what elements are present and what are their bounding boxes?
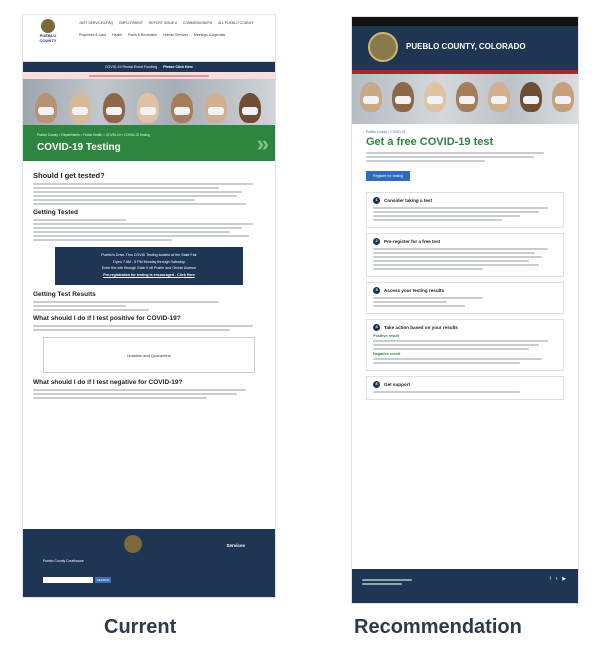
nav-item[interactable]: Properties & Land — [79, 33, 106, 37]
negative-result-label: Negative result — [373, 352, 401, 356]
recommendation-page-screenshot: PUEBLO COUNTY, COLORADO Pueblo County > … — [351, 16, 579, 604]
twitter-icon[interactable]: t — [556, 577, 557, 582]
step-title: Consider taking a test — [384, 198, 432, 203]
step-number: 2 — [373, 238, 380, 245]
step-card: 3 Access your testing results — [366, 282, 564, 314]
hero-image — [352, 74, 578, 124]
top-link[interactable]: COMMISSIONERS — [183, 21, 212, 25]
hero-image: Pueblo County > Departments > Public Hea… — [23, 79, 275, 161]
step-number: 3 — [373, 287, 380, 294]
recommendation-caption: Recommendation — [354, 616, 522, 638]
box-directions: Enter the site through Gate 5 off Prairi… — [101, 266, 197, 270]
site-footer: f t ▶ — [352, 569, 578, 603]
current-page-screenshot: PUEBLO COUNTY JUST SERVICES/FAQ EMPLOYME… — [22, 14, 276, 598]
top-link[interactable]: JUST SERVICES/FAQ — [79, 21, 113, 25]
nav-item[interactable]: Meetings & Agendas — [194, 33, 225, 37]
main-nav: Properties & Land Health Parks & Recreat… — [79, 33, 225, 37]
youtube-icon[interactable]: ▶ — [562, 577, 566, 582]
footer-services-heading: Services — [226, 543, 245, 548]
section-heading: Getting Tested — [33, 209, 79, 216]
announcement-link[interactable]: Please Click Here — [163, 65, 193, 69]
alert-text — [89, 74, 209, 77]
footer-search-input[interactable] — [43, 577, 93, 583]
current-caption: Current — [104, 616, 177, 638]
step-card: 5 Get support — [366, 376, 564, 400]
step-title: Access your testing results — [384, 288, 444, 293]
section-heading: What should I do if I test positive for … — [33, 315, 181, 322]
site-header: PUEBLO COUNTY JUST SERVICES/FAQ EMPLOYME… — [23, 15, 275, 62]
video-embed[interactable]: Isolation and Quarantine — [43, 337, 255, 373]
footer-search-button[interactable]: SEARCH — [95, 577, 111, 583]
box-hours: Open 7 AM - 5 PM Monday through Saturday — [113, 260, 185, 264]
facebook-icon[interactable]: f — [550, 577, 551, 582]
step-card: 2 Pre-register for a free test — [366, 233, 564, 277]
nav-item[interactable]: Health — [112, 33, 122, 37]
main-content: Pueblo County > COVID-19 Get a free COVI… — [352, 124, 578, 411]
footer-address: Pueblo County Courthouse — [43, 559, 84, 563]
section-heading: Getting Test Results — [33, 291, 96, 298]
page-title: Get a free COVID-19 test — [366, 136, 494, 148]
testing-site-box: Pueblo's Drive-Thru COVID Testing locate… — [55, 247, 243, 285]
top-link[interactable]: ALL PUEBLO COUNTY — [218, 21, 254, 25]
preregister-link[interactable]: Pre-registration for testing is encourag… — [55, 273, 243, 277]
announcement-bar: COVID-19 Rental Event Funding Please Cli… — [23, 62, 275, 72]
county-logo[interactable]: PUEBLO COUNTY — [31, 19, 65, 43]
register-button[interactable]: Register for testing — [366, 171, 411, 181]
chevron-right-icon: » — [256, 131, 269, 156]
breadcrumb[interactable]: Pueblo County > COVID-19 — [366, 130, 564, 134]
site-footer: Pueblo County Courthouse Services SEARCH — [23, 529, 275, 597]
county-seal-icon — [123, 535, 142, 553]
box-title: Pueblo's Drive-Thru COVID Testing locate… — [101, 253, 197, 257]
social-links: f t ▶ — [550, 577, 566, 582]
nav-item[interactable]: Human Services — [163, 33, 188, 37]
step-card: 1 Consider taking a test — [366, 192, 564, 228]
county-seal-icon — [41, 19, 55, 33]
positive-result-label: Positive result — [373, 334, 399, 338]
top-link[interactable]: EMPLOYMENT — [119, 21, 143, 25]
step-title: Get support — [384, 382, 411, 387]
step-number: 1 — [373, 197, 380, 204]
breadcrumb[interactable]: Pueblo County > Departments > Public Hea… — [37, 133, 150, 137]
step-card: 4 Take action based on your results Posit… — [366, 319, 564, 371]
step-number: 5 — [373, 381, 380, 388]
step-title: Take action based on your results — [384, 325, 458, 330]
announcement-text: COVID-19 Rental Event Funding — [104, 65, 158, 69]
step-number: 4 — [373, 324, 380, 331]
video-label: Isolation and Quarantine — [127, 352, 171, 358]
nav-item[interactable]: Parks & Recreation — [128, 33, 157, 37]
alert-bar — [23, 72, 275, 79]
site-header: PUEBLO COUNTY, COLORADO — [352, 26, 578, 70]
section-heading: Should I get tested? — [33, 171, 105, 180]
footer-address — [362, 577, 412, 587]
county-seal-icon — [368, 32, 398, 62]
utility-bar — [352, 17, 578, 26]
logo-text: PUEBLO COUNTY — [39, 33, 57, 43]
step-title: Pre-register for a free test — [384, 239, 441, 244]
page-title: COVID-19 Testing — [37, 142, 121, 153]
section-heading: What should I do if I test negative for … — [33, 379, 183, 386]
logo-text[interactable]: PUEBLO COUNTY, COLORADO — [406, 42, 526, 51]
top-links: JUST SERVICES/FAQ EMPLOYMENT REPORT ISSU… — [79, 21, 269, 25]
main-content: Should I get tested? Getting Tested Pueb… — [23, 161, 275, 407]
top-link[interactable]: REPORT ISSUE # — [149, 21, 177, 25]
